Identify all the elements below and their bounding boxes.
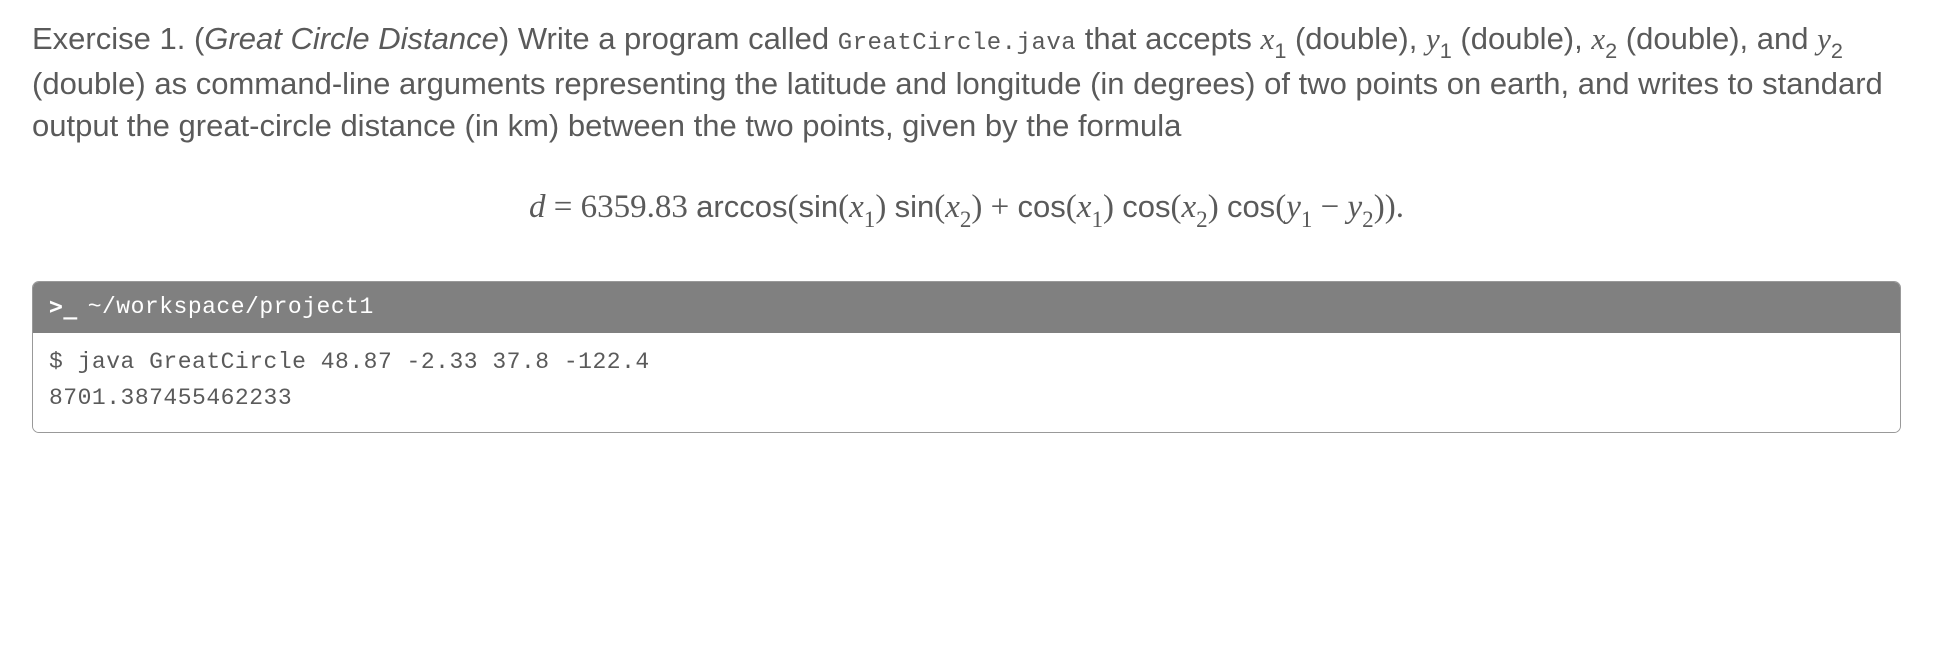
terminal-command: $ java GreatCircle 48.87 -2.33 37.8 -122… — [49, 349, 650, 375]
sub-y1: 1 — [1440, 38, 1452, 63]
exercise-number: Exercise 1. — [32, 21, 185, 56]
terminal-output: 8701.387455462233 — [49, 385, 292, 411]
formula-cos1: cos — [1018, 189, 1066, 224]
formula-constant: 6359.83 — [581, 189, 688, 225]
var-y1: y — [1426, 21, 1440, 56]
formula-cos3: cos — [1227, 189, 1275, 224]
terminal-block: >_ ~/workspace/project1 $ java GreatCirc… — [32, 281, 1901, 433]
terminal-body: $ java GreatCircle 48.87 -2.33 37.8 -122… — [33, 333, 1900, 432]
formula-sin1: sin — [798, 189, 838, 224]
formula-sin2: sin — [895, 189, 935, 224]
exercise-text-3: (double), — [1286, 21, 1426, 56]
exercise-text-4: (double), — [1452, 21, 1592, 56]
terminal-header: >_ ~/workspace/project1 — [33, 282, 1900, 333]
exercise-text-1: Write a program called — [518, 21, 838, 56]
formula-arccos: arccos — [696, 189, 787, 224]
exercise-text-5: (double), and — [1617, 21, 1817, 56]
program-filename: GreatCircle.java — [838, 30, 1076, 57]
var-y2: y — [1817, 21, 1831, 56]
var-x2: x — [1591, 21, 1605, 56]
sub-y2: 2 — [1831, 38, 1843, 63]
formula-lhs: d — [529, 189, 546, 225]
terminal-path: ~/workspace/project1 — [88, 292, 374, 323]
exercise-paragraph: Exercise 1. (Great Circle Distance) Writ… — [32, 18, 1901, 147]
exercise-text-6: (double) as command-line arguments repre… — [32, 66, 1883, 143]
exercise-heading: Exercise 1. (Great Circle Distance) — [32, 21, 518, 56]
formula: d = 6359.83 arccos(sin(x1) sin(x2) + cos… — [32, 185, 1901, 233]
formula-cos2: cos — [1122, 189, 1170, 224]
sub-x1: 1 — [1274, 38, 1286, 63]
var-x1: x — [1261, 21, 1275, 56]
formula-equals: = — [546, 189, 581, 225]
terminal-prompt-icon: >_ — [49, 292, 78, 323]
sub-x2: 2 — [1605, 38, 1617, 63]
exercise-name: Great Circle Distance — [204, 21, 499, 56]
exercise-text-2: that accepts — [1076, 21, 1260, 56]
